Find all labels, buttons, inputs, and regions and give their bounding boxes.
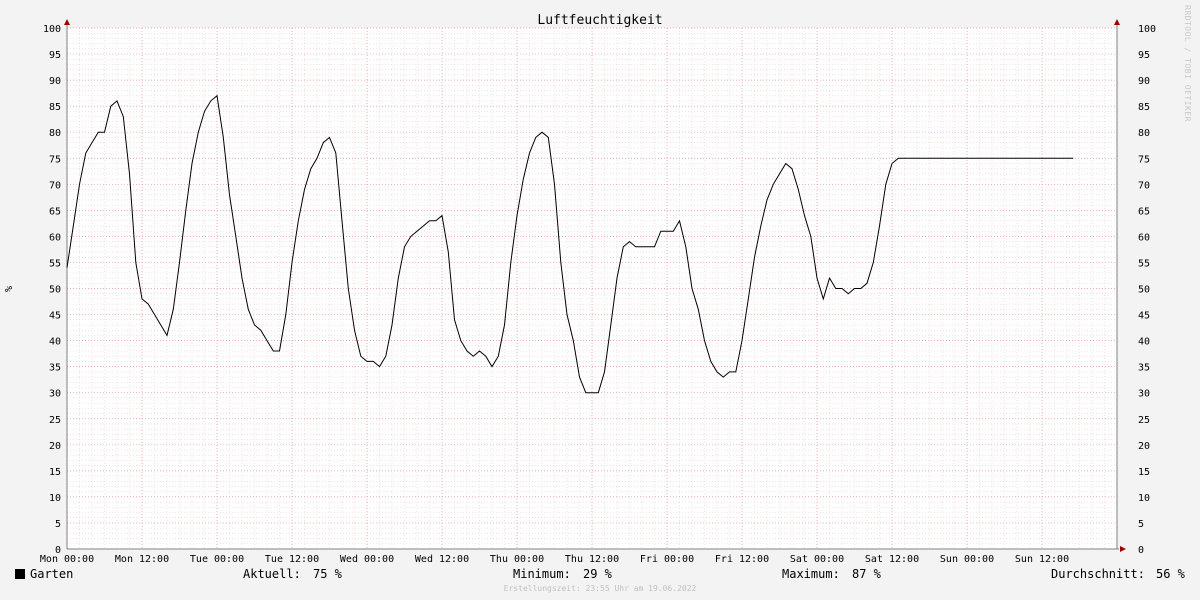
x-tick-label: Fri 00:00 [640, 554, 694, 565]
x-tick-label: Wed 12:00 [415, 554, 469, 565]
y-tick-label-left: 25 [49, 415, 61, 426]
y-tick-label-left: 65 [49, 206, 61, 217]
x-tick-label: Fri 12:00 [715, 554, 769, 565]
x-tick-label: Tue 12:00 [265, 554, 319, 565]
legend-row: Garten Aktuell: 75 % Minimum: 29 % Maxim… [0, 567, 1200, 585]
x-tick-label: Tue 00:00 [190, 554, 244, 565]
x-tick-label: Sat 00:00 [790, 554, 844, 565]
y-tick-label-right: 90 [1138, 76, 1150, 87]
stat-current-label: Aktuell: [243, 567, 301, 581]
y-tick-label-right: 10 [1138, 493, 1150, 504]
y-tick-label-right: 25 [1138, 415, 1150, 426]
x-tick-label: Sun 00:00 [940, 554, 994, 565]
y-tick-label-left: 75 [49, 154, 61, 165]
stat-min-value: 29 % [583, 567, 612, 581]
y-axis-arrow-right [1114, 19, 1120, 25]
stat-avg-label: Durchschnitt: [1051, 567, 1145, 581]
y-tick-label-right: 75 [1138, 154, 1150, 165]
y-tick-label-right: 70 [1138, 180, 1150, 191]
y-tick-label-left: 50 [49, 285, 61, 296]
y-tick-label-left: 15 [49, 467, 61, 478]
stat-current-value: 75 % [313, 567, 342, 581]
stat-max-value: 87 % [852, 567, 881, 581]
stat-max-label: Maximum: [782, 567, 840, 581]
x-axis-arrow [1120, 546, 1126, 552]
y-tick-label-left: 20 [49, 441, 61, 452]
y-tick-label-right: 0 [1138, 545, 1144, 556]
y-tick-label-right: 55 [1138, 258, 1150, 269]
legend-label: Garten [30, 567, 74, 581]
y-tick-label-right: 15 [1138, 467, 1150, 478]
y-tick-label-right: 35 [1138, 363, 1150, 374]
x-tick-label: Sun 12:00 [1015, 554, 1069, 565]
y-tick-label-right: 50 [1138, 285, 1150, 296]
x-tick-label: Thu 12:00 [565, 554, 619, 565]
y-tick-label-left: 100 [43, 24, 61, 35]
y-tick-label-left: 70 [49, 180, 61, 191]
y-tick-label-right: 20 [1138, 441, 1150, 452]
y-tick-label-right: 95 [1138, 50, 1150, 61]
y-tick-label-left: 35 [49, 363, 61, 374]
y-tick-label-left: 30 [49, 389, 61, 400]
y-tick-label-right: 5 [1138, 519, 1144, 530]
y-tick-label-left: 5 [55, 519, 61, 530]
y-tick-label-left: 45 [49, 311, 61, 322]
stat-min-label: Minimum: [513, 567, 571, 581]
chart-title: Luftfeuchtigkeit [537, 13, 662, 28]
x-tick-label: Wed 00:00 [340, 554, 394, 565]
stat-avg-value: 56 % [1156, 567, 1185, 581]
x-tick-label: Sat 12:00 [865, 554, 919, 565]
y-tick-label-left: 10 [49, 493, 61, 504]
chart-root: 0 0 5 5 10 10 15 15 20 20 25 25 30 30 35 35 40 40 45 45 50 50… [0, 0, 1200, 600]
y-axis-label: % [4, 286, 15, 292]
y-tick-label-right: 40 [1138, 337, 1150, 348]
y-tick-label-left: 85 [49, 102, 61, 113]
x-tick-label: Thu 00:00 [490, 554, 544, 565]
y-tick-label-right: 45 [1138, 311, 1150, 322]
rrdtool-watermark: RRDTOOL / TOBI OETIKER [1183, 5, 1192, 122]
x-tick-label: Mon 00:00 [40, 554, 94, 565]
y-tick-label-right: 100 [1138, 24, 1156, 35]
legend-swatch [15, 569, 25, 579]
credit-text: Erstellungszeit: 23:55 Uhr am 19.06.2022 [503, 584, 697, 593]
y-tick-label-left: 55 [49, 258, 61, 269]
y-tick-label-right: 65 [1138, 206, 1150, 217]
chart-canvas: 0 05 510 1015 1520 2025 2530 3035 3540 4045 4550 50… [4, 13, 1156, 565]
y-tick-label-right: 85 [1138, 102, 1150, 113]
y-axis-arrow-left [64, 19, 70, 25]
y-tick-label-left: 90 [49, 76, 61, 87]
y-tick-label-left: 60 [49, 232, 61, 243]
y-tick-label-right: 60 [1138, 232, 1150, 243]
y-tick-label-left: 95 [49, 50, 61, 61]
legend-item-garten: Garten [15, 567, 73, 581]
y-tick-label-left: 80 [49, 128, 61, 139]
x-tick-label: Mon 12:00 [115, 554, 169, 565]
y-tick-label-right: 80 [1138, 128, 1150, 139]
y-tick-label-right: 30 [1138, 389, 1150, 400]
y-tick-label-left: 40 [49, 337, 61, 348]
